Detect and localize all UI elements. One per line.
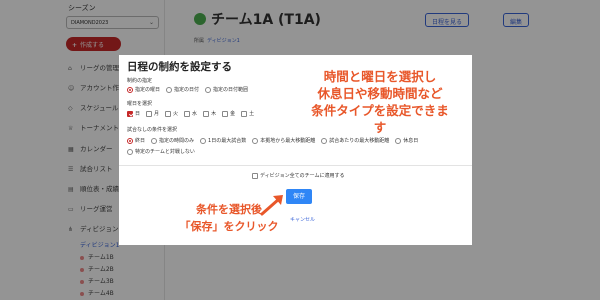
option-label: 本拠地から最大移動距離 [260,138,316,144]
restriction-label: 制約の指定 [127,78,153,84]
restriction-options: 指定の曜日 指定の日付 指定の日付範囲 [127,86,254,93]
weekday-checkbox[interactable]: 木 [203,110,216,117]
weekday-label-item: 土 [249,111,255,117]
weekday-label-item: 月 [154,111,160,117]
option-label: 休息日 [403,138,419,144]
weekday-options: 日 月 火 水 木 金 土 [127,110,260,117]
option-label: 指定の時間のみ [159,138,195,144]
option-label: 特定のチームと対戦しない [135,149,195,155]
condition-option[interactable]: 本拠地から最大移動距離 [252,137,315,144]
condition-option[interactable]: 指定の時間のみ [151,137,194,144]
option-label: 指定の日付範囲 [213,87,249,93]
condition-option[interactable]: 1日の最大試合数 [200,137,246,144]
weekday-checkbox[interactable]: 土 [241,110,254,117]
radio-icon [395,137,402,144]
dialog-title: 日程の制約を設定する [127,61,232,73]
weekday-checkbox[interactable]: 火 [165,110,178,117]
arrow-icon [260,195,283,216]
apply-all-checkbox[interactable]: ディビジョン全てのチームに適用する [252,172,345,179]
radio-icon [252,137,259,144]
condition-options-row2: 特定のチームと対戦しない [127,148,201,155]
cancel-link[interactable]: キャンセル [290,216,315,223]
weekday-label-item: 木 [211,111,217,117]
radio-icon [200,137,207,144]
radio-icon [166,86,173,93]
weekday-checkbox[interactable]: 日 [127,110,140,117]
checkbox-icon [252,172,258,179]
apply-all-label: ディビジョン全てのチームに適用する [260,173,345,179]
option-label: 指定の日付 [174,87,200,93]
restriction-option-date[interactable]: 指定の日付 [166,86,199,93]
restriction-option-range[interactable]: 指定の日付範囲 [205,86,248,93]
condition-label: 試合なしの条件を選択 [127,127,178,133]
radio-selected-icon [127,137,133,144]
annotation-instructions: 時間と曜日を選択し 休息日や移動時間など 条件タイプを設定できます [309,68,451,136]
option-label: 終日 [135,138,146,144]
weekday-label-item: 火 [173,111,179,117]
condition-options-row1: 終日 指定の時間のみ 1日の最大試合数 本拠地から最大移動距離 試合あたりの最大… [127,137,424,144]
condition-option[interactable]: 休息日 [395,137,418,144]
checkbox-icon [184,110,191,117]
option-label: 試合あたりの最大移動距離 [329,138,390,144]
checkbox-icon [241,110,248,117]
checkbox-icon [165,110,172,117]
weekday-label-item: 金 [230,111,236,117]
condition-option[interactable]: 終日 [127,137,145,144]
condition-option[interactable]: 特定のチームと対戦しない [127,148,195,155]
radio-icon [205,86,212,93]
radio-icon [127,148,133,155]
checkbox-icon [146,110,153,117]
divider [119,165,472,166]
checkbox-icon [222,110,229,117]
annotation-line: 条件タイプを設定できます [311,103,449,135]
radio-icon [151,137,158,144]
radio-icon [321,137,328,144]
checkbox-icon [203,110,210,117]
weekday-label: 曜日を選択 [127,101,153,107]
weekday-checkbox[interactable]: 金 [222,110,235,117]
radio-selected-icon [127,86,133,93]
option-label: 指定の曜日 [135,87,161,93]
condition-option[interactable]: 試合あたりの最大移動距離 [321,137,389,144]
weekday-label-item: 水 [192,111,198,117]
option-label: 1日の最大試合数 [208,138,247,144]
annotation-line: 休息日や移動時間など [317,86,443,101]
restriction-option-weekday[interactable]: 指定の曜日 [127,86,160,93]
annotation-line: 「保存」をクリック [179,220,279,233]
save-button[interactable]: 保存 [286,189,312,204]
weekday-checkbox[interactable]: 月 [146,110,159,117]
weekday-checkbox[interactable]: 水 [184,110,197,117]
weekday-label-item: 日 [135,111,141,117]
constraint-dialog: 日程の制約を設定する 制約の指定 指定の曜日 指定の日付 指定の日付範囲 曜日を… [119,55,472,245]
annotation-line: 時間と曜日を選択し [323,69,437,84]
checkbox-checked-icon [127,110,133,117]
